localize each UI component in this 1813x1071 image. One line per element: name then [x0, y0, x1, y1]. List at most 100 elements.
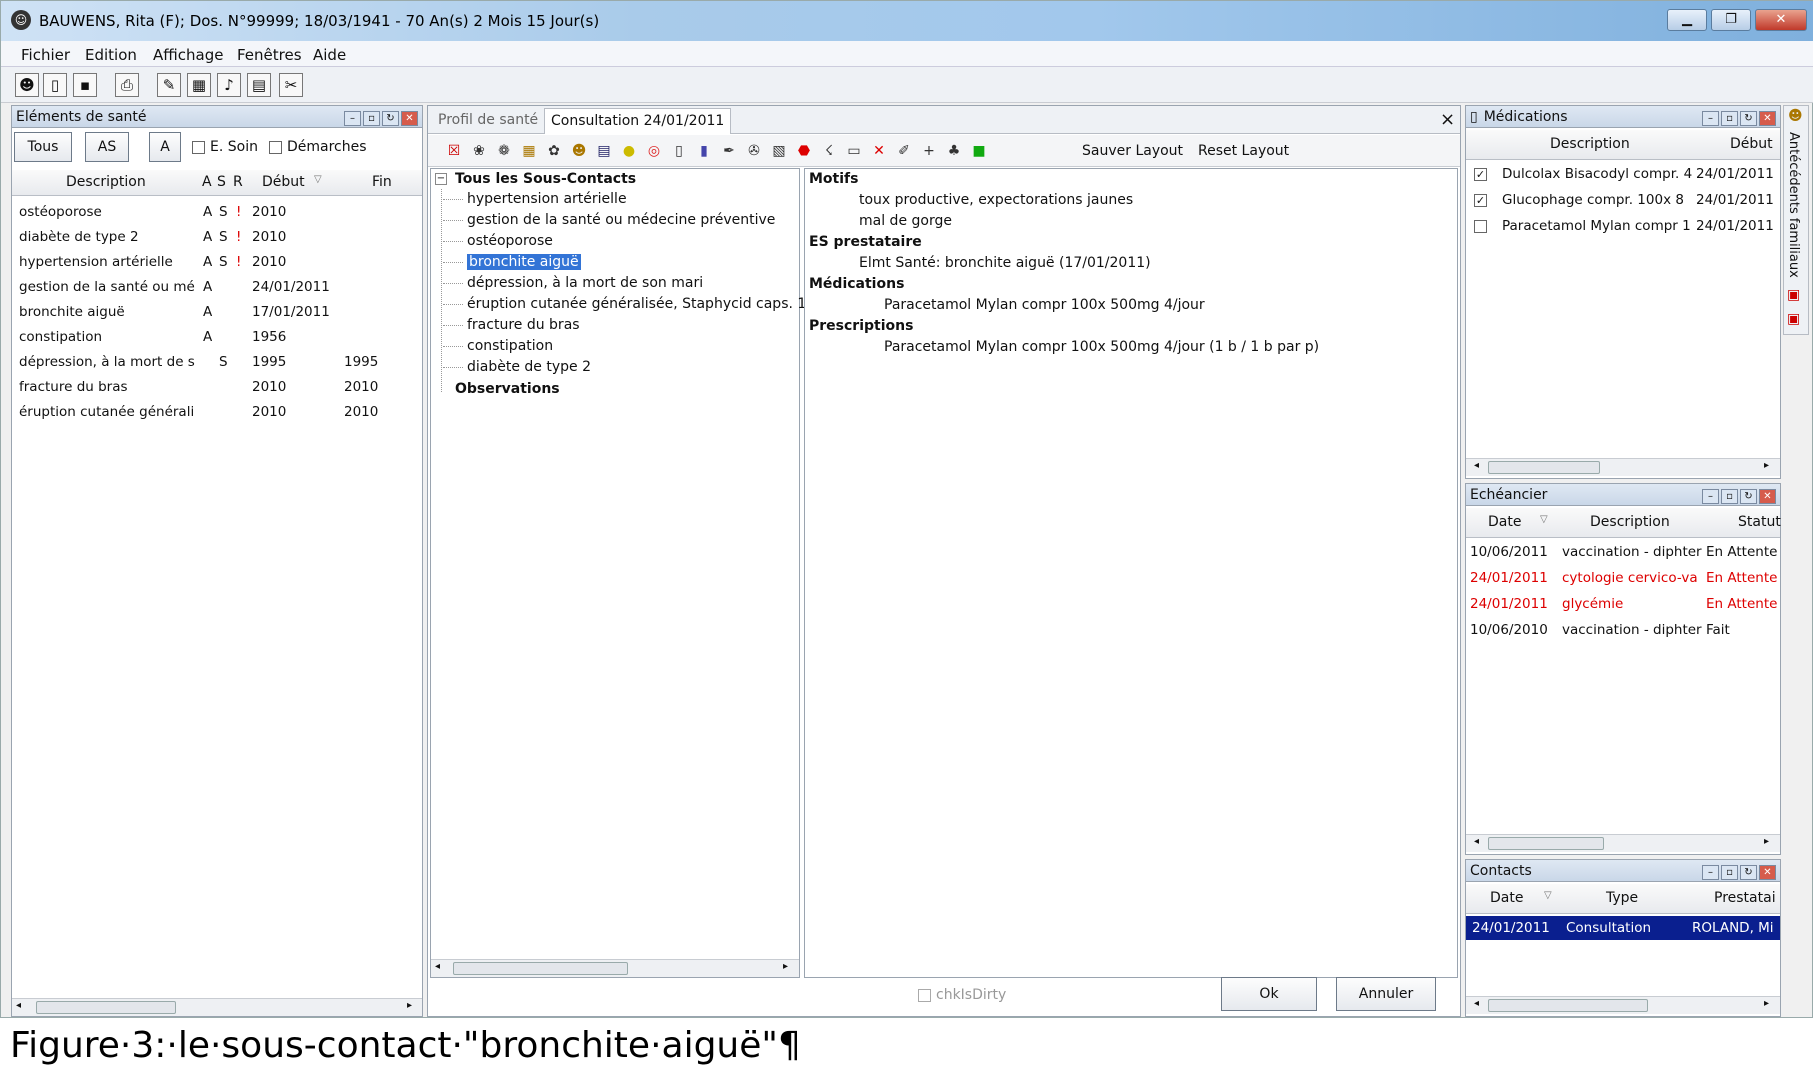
table-row[interactable]: ostéoporose A S! 2010	[12, 200, 422, 224]
float-panel-icon[interactable]: ↻	[1740, 489, 1757, 504]
print-preview-icon[interactable]: ⎙	[115, 73, 139, 97]
tree-item[interactable]: constipation	[443, 338, 553, 354]
col-debut[interactable]: Début	[262, 174, 305, 190]
mask-icon[interactable]: ☻	[569, 141, 589, 161]
scroll-right-icon[interactable]: ▸	[1764, 836, 1769, 847]
col-fin[interactable]: Fin	[372, 174, 392, 190]
col-s[interactable]: S	[217, 174, 226, 190]
cursor-icon[interactable]: ☇	[819, 141, 839, 161]
demarches-checkbox[interactable]: Démarches	[269, 139, 367, 155]
med-checkbox[interactable]: ✓	[1474, 168, 1487, 181]
maximize-button[interactable]: ❐	[1711, 9, 1751, 31]
stop-icon[interactable]: ⬣	[794, 141, 814, 161]
table-row[interactable]: 24/01/2011 cytologie cervico-va En Attente	[1466, 566, 1780, 592]
close-panel-icon[interactable]: ✕	[1759, 111, 1776, 126]
pills-icon[interactable]: ❀	[469, 141, 489, 161]
col-prestataire[interactable]: Prestatai	[1714, 890, 1776, 906]
cross-icon[interactable]: ✕	[869, 141, 889, 161]
med-checkbox[interactable]: ✓	[1474, 194, 1487, 207]
tab-profil-sante[interactable]: Profil de santé	[438, 112, 538, 128]
table-row[interactable]: ✓ Glucophage compr. 100x 8 24/01/2011	[1466, 188, 1780, 214]
tree-item[interactable]: diabète de type 2	[443, 359, 591, 375]
table-row[interactable]: gestion de la santé ou mé A 24/01/2011	[12, 275, 422, 299]
menu-aide[interactable]: Aide	[313, 46, 346, 64]
col-statut[interactable]: Statut	[1738, 514, 1781, 530]
tree-horizontal-scrollbar[interactable]: ◂ ▸	[431, 959, 799, 977]
scroll-left-icon[interactable]: ◂	[1474, 998, 1479, 1009]
close-panel-icon[interactable]: ✕	[401, 111, 418, 126]
calendar-icon[interactable]: ▦	[187, 73, 211, 97]
dirty-checkbox[interactable]: chkIsDirty	[918, 987, 1006, 1003]
flask-icon[interactable]: ▮	[694, 141, 714, 161]
tree-item[interactable]: ostéoporose	[443, 233, 553, 249]
cancel-button[interactable]: Annuler	[1336, 977, 1436, 1011]
warning-icon[interactable]: ●	[619, 141, 639, 161]
scroll-right-icon[interactable]: ▸	[1764, 460, 1769, 471]
table-row[interactable]: constipation A 1956	[12, 325, 422, 349]
horizontal-scrollbar[interactable]: ◂ ▸	[1466, 458, 1780, 476]
scroll-left-icon[interactable]: ◂	[1474, 460, 1479, 471]
filter-as-button[interactable]: AS	[85, 132, 129, 162]
minimize-panel-icon[interactable]: –	[1702, 111, 1719, 126]
table-row[interactable]: hypertension artérielle A S! 2010	[12, 250, 422, 274]
filter-a-button[interactable]: A	[149, 132, 181, 162]
reset-layout-button[interactable]: Reset Layout	[1198, 143, 1289, 159]
col-date[interactable]: Date	[1490, 890, 1523, 906]
restore-panel-icon[interactable]: ▫	[1721, 489, 1738, 504]
minimize-panel-icon[interactable]: –	[344, 111, 361, 126]
ticket-icon[interactable]: ▭	[844, 141, 864, 161]
collapse-icon[interactable]: −	[435, 173, 447, 185]
filter-tous-button[interactable]: Tous	[14, 132, 72, 162]
table-row[interactable]: diabète de type 2 A S! 2010	[12, 225, 422, 249]
tree-item[interactable]: hypertension artérielle	[443, 191, 627, 207]
export-icon[interactable]: ▣	[1787, 287, 1800, 303]
scroll-thumb[interactable]	[36, 1001, 176, 1014]
close-window-button[interactable]: ✕	[1755, 9, 1807, 31]
tree-item[interactable]: bronchite aiguë	[443, 254, 581, 270]
plus-icon[interactable]: +	[919, 141, 939, 161]
checkbox-box[interactable]	[192, 140, 205, 154]
menu-affichage[interactable]: Affichage	[153, 46, 223, 64]
table-row[interactable]: ✓ Dulcolax Bisacodyl compr. 4 24/01/2011	[1466, 162, 1780, 188]
restore-panel-icon[interactable]: ▫	[363, 111, 380, 126]
prescription-icon[interactable]: ✎	[157, 73, 181, 97]
save-layout-button[interactable]: Sauver Layout	[1082, 143, 1183, 159]
tools-icon[interactable]: ✂	[279, 73, 303, 97]
delete-icon[interactable]: ☒	[444, 141, 464, 161]
checkbox-box[interactable]	[918, 988, 931, 1002]
table-row[interactable]: 10/06/2010 vaccination - diphter Fait	[1466, 618, 1780, 644]
import-icon[interactable]: ▣	[1787, 311, 1800, 327]
float-panel-icon[interactable]: ↻	[1740, 111, 1757, 126]
float-panel-icon[interactable]: ↻	[382, 111, 399, 126]
chart-icon[interactable]: ▤	[247, 73, 271, 97]
restore-panel-icon[interactable]: ▫	[1721, 111, 1738, 126]
target-icon[interactable]: ◎	[644, 141, 664, 161]
col-description[interactable]: Description	[1590, 514, 1670, 530]
table-row[interactable]: éruption cutanée générali 2010 2010	[12, 400, 422, 424]
minimize-panel-icon[interactable]: –	[1702, 489, 1719, 504]
table-row[interactable]: 24/01/2011 glycémie En Attente	[1466, 592, 1780, 618]
scroll-thumb[interactable]	[1488, 461, 1600, 474]
menu-edition[interactable]: Edition	[85, 46, 137, 64]
scroll-left-icon[interactable]: ◂	[1474, 836, 1479, 847]
horizontal-scrollbar[interactable]: ◂ ▸	[1466, 996, 1780, 1014]
table-row[interactable]: bronchite aiguë A 17/01/2011	[12, 300, 422, 324]
col-date[interactable]: Date	[1488, 514, 1521, 530]
scroll-left-icon[interactable]: ◂	[435, 961, 440, 972]
pills2-icon[interactable]: ❁	[494, 141, 514, 161]
table-row[interactable]: fracture du bras 2010 2010	[12, 375, 422, 399]
col-type[interactable]: Type	[1606, 890, 1638, 906]
tree-item[interactable]: dépression, à la mort de son mari	[443, 275, 703, 291]
col-description[interactable]: Description	[1550, 136, 1630, 152]
green-square-icon[interactable]: ■	[969, 141, 989, 161]
col-description[interactable]: Description	[66, 174, 146, 190]
minimize-panel-icon[interactable]: –	[1702, 865, 1719, 880]
col-r[interactable]: R	[233, 174, 243, 190]
calendar-icon[interactable]: ▦	[519, 141, 539, 161]
tab-antecedents-familiaux[interactable]: Antécédents familiaux	[1786, 132, 1801, 278]
horizontal-scrollbar[interactable]: ◂ ▸	[12, 998, 422, 1016]
syringe-icon[interactable]: ✒	[719, 141, 739, 161]
bandage-icon[interactable]: ✇	[744, 141, 764, 161]
close-tab-icon[interactable]: ×	[1440, 109, 1455, 130]
col-a[interactable]: A	[202, 174, 212, 190]
